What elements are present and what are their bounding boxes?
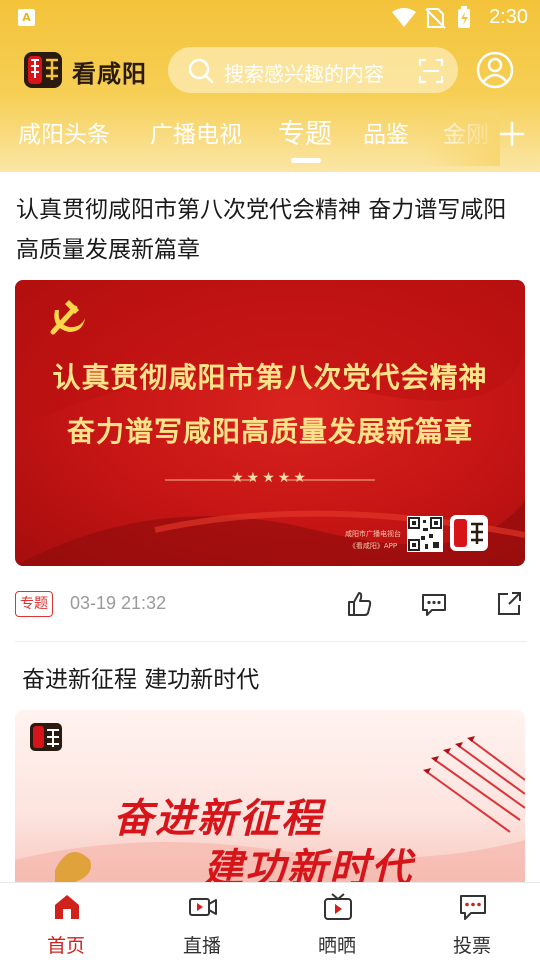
comment-icon[interactable] <box>420 590 448 618</box>
nav-share[interactable]: 晒晒 <box>292 883 382 960</box>
app-logo-icon <box>450 515 488 551</box>
share-icon[interactable] <box>495 590 523 618</box>
nav-label: 首页 <box>46 935 85 957</box>
app-notification-icon: A <box>18 9 35 26</box>
article-title[interactable]: 奋进新征程 建功新时代 <box>22 660 259 700</box>
brand-name: 看咸阳 <box>72 59 147 88</box>
nav-label: 直播 <box>182 935 221 957</box>
banner-headline-line2: 建功新时代 <box>203 845 413 882</box>
article-title[interactable]: 认真贯彻咸阳市第八次党代会精神 奋力谱写咸阳高质量发展新篇章 <box>16 190 528 270</box>
publish-time: 03-19 21:32 <box>70 593 167 613</box>
clock: 2:30 <box>489 6 528 28</box>
like-icon[interactable] <box>345 590 373 618</box>
tab-fade <box>420 110 500 166</box>
user-profile-icon[interactable] <box>476 51 514 89</box>
nav-home[interactable]: 首页 <box>21 883 111 960</box>
app-header: A 2:30 看咸阳 搜索感兴趣的内容 咸阳头条 广播电视 专题 品鉴 <box>0 0 540 172</box>
video-camera-icon <box>189 898 217 916</box>
add-channel-icon[interactable] <box>498 120 526 148</box>
article-banner-image[interactable]: 认真贯彻咸阳市第八次党代会精神 奋力谱写咸阳高质量发展新篇章 ★★★★★ 咸阳市… <box>15 280 525 566</box>
nav-vote[interactable]: 投票 <box>427 883 517 960</box>
article-meta: 专题 03-19 21:32 <box>15 590 527 620</box>
tv-icon <box>324 893 352 920</box>
search-icon <box>188 58 214 84</box>
battery-icon <box>458 6 470 28</box>
channel-tabs: 咸阳头条 广播电视 专题 品鉴 金刚 <box>0 110 540 166</box>
banner-headline-line2: 奋力谱写咸阳高质量发展新篇章 <box>66 415 473 448</box>
status-bar: A 2:30 <box>0 0 540 36</box>
scan-icon[interactable] <box>418 58 444 84</box>
chat-bubble-icon <box>460 895 486 920</box>
banner-credit: 咸阳市广播电视台 《看咸阳》APP <box>345 530 401 550</box>
tab-broadcast-tv[interactable]: 广播电视 <box>150 115 242 149</box>
search-placeholder: 搜索感兴趣的内容 <box>224 62 384 86</box>
tab-xianyang-headlines[interactable]: 咸阳头条 <box>18 115 110 149</box>
nav-label: 晒晒 <box>317 935 356 957</box>
nav-live[interactable]: 直播 <box>157 883 247 960</box>
active-tab-indicator <box>291 158 321 163</box>
topic-tag: 专题 <box>15 591 53 617</box>
wifi-icon <box>392 8 416 27</box>
home-icon <box>55 895 79 919</box>
banner-headline-line1: 认真贯彻咸阳市第八次党代会精神 <box>52 361 488 394</box>
bottom-navigation: 首页 直播 晒晒 投票 <box>0 882 540 960</box>
article-banner-image[interactable]: 奋进新征程 建功新时代 <box>15 710 525 882</box>
search-bar[interactable]: 搜索感兴趣的内容 <box>168 47 458 93</box>
nav-label: 投票 <box>452 935 491 957</box>
app-logo-icon <box>30 723 62 751</box>
qr-code-icon <box>407 516 443 552</box>
tab-appreciation[interactable]: 品鉴 <box>363 115 409 149</box>
status-icons <box>392 6 470 29</box>
tab-special-topics[interactable]: 专题 <box>278 112 332 151</box>
no-sim-icon <box>425 8 446 29</box>
divider <box>15 641 527 642</box>
app-logo-icon <box>24 52 62 88</box>
party-emblem-icon <box>50 300 85 335</box>
banner-stars: ★★★★★ <box>231 470 309 486</box>
